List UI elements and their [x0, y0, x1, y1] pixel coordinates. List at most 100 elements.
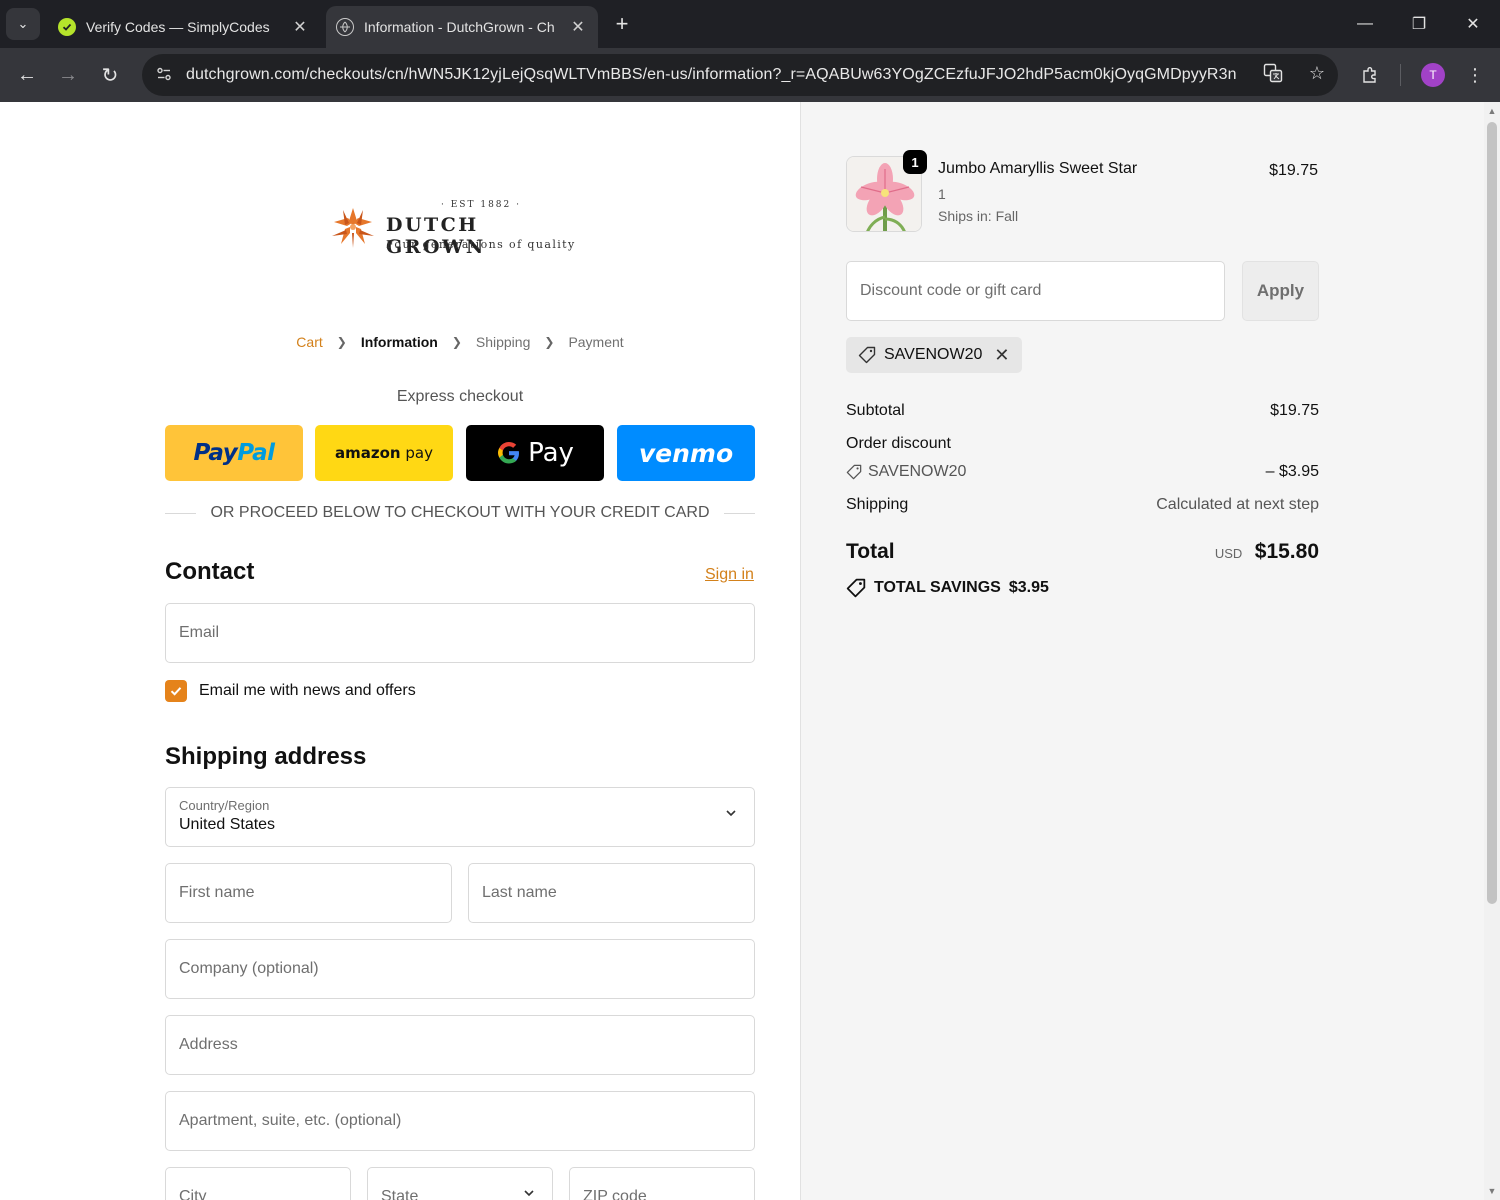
shipping-address-heading: Shipping address [165, 743, 367, 770]
apartment-input[interactable] [166, 1092, 754, 1150]
tab-close-icon[interactable]: ✕ [290, 17, 310, 37]
minimize-icon[interactable]: — [1338, 0, 1392, 48]
chevron-right-icon: ❯ [451, 335, 462, 349]
discount-input[interactable] [847, 262, 1224, 320]
window-close-icon[interactable]: ✕ [1446, 0, 1500, 48]
total-currency: USD [1214, 546, 1243, 561]
scroll-up-arrow-icon[interactable]: ▲ [1487, 106, 1497, 116]
country-value: United States [179, 816, 276, 833]
restore-icon[interactable]: ❐ [1392, 0, 1446, 48]
amazon-pay-button[interactable]: amazon pay [315, 425, 453, 481]
company-field[interactable] [165, 939, 755, 999]
paypal-logo: PayPal [193, 440, 276, 466]
product-ships-in: Ships in: Fall [938, 208, 1019, 224]
address-field[interactable] [165, 1015, 755, 1075]
shipping-label: Shipping [846, 496, 909, 513]
chevron-down-icon: ⌄ [17, 16, 29, 31]
checkout-page: · EST 1882 · DUTCH GROWN Four generation… [0, 102, 1500, 1200]
zip-input[interactable] [570, 1168, 754, 1200]
order-discount-code-row: SAVENOW20 – $3.95 [846, 463, 1319, 481]
city-field[interactable] [165, 1167, 351, 1200]
order-discount-row: Order discount [846, 435, 1319, 453]
venmo-button[interactable]: venmo [617, 425, 755, 481]
forward-arrow-icon[interactable]: → [53, 60, 83, 90]
apply-discount-button[interactable]: Apply [1242, 261, 1319, 321]
email-field[interactable] [165, 603, 755, 663]
amazon-pay-logo: amazon pay [335, 444, 433, 462]
google-pay-logo: Pay [496, 438, 574, 468]
email-input[interactable] [166, 604, 754, 662]
reload-icon[interactable]: ↻ [95, 60, 125, 90]
sign-in-link[interactable]: Sign in [705, 566, 754, 584]
scrollbar-thumb[interactable] [1487, 122, 1497, 904]
company-input[interactable] [166, 940, 754, 998]
apartment-field[interactable] [165, 1091, 755, 1151]
first-name-field[interactable] [165, 863, 452, 923]
back-arrow-icon[interactable]: ← [12, 60, 42, 90]
contact-heading: Contact [165, 558, 255, 585]
url-text[interactable]: dutchgrown.com/checkouts/cn/hWN5JK12yjLe… [186, 66, 1250, 84]
total-savings-value: $3.95 [1008, 579, 1049, 596]
newsletter-checkbox[interactable] [165, 680, 187, 702]
logo-name-text: DUTCH GROWN [386, 214, 486, 258]
site-settings-icon[interactable] [142, 66, 186, 85]
country-select[interactable]: Country/Region United States [165, 787, 755, 847]
simplycodes-favicon-icon [58, 18, 76, 36]
last-name-input[interactable] [469, 864, 754, 922]
browser-toolbar: ← → ↻ dutchgrown.com/checkouts/cn/hWN5JK… [0, 48, 1500, 102]
chevron-down-icon [724, 806, 738, 825]
total-savings: TOTAL SAVINGS $3.95 [846, 578, 1049, 598]
state-select[interactable] [367, 1167, 553, 1200]
order-discount-value: – $3.95 [1265, 463, 1319, 480]
kebab-menu-icon[interactable]: ⋮ [1460, 60, 1490, 90]
tab-search-button[interactable]: ⌄ [6, 8, 40, 40]
breadcrumb-payment: Payment [568, 334, 624, 350]
profile-initial: T [1421, 63, 1445, 87]
profile-avatar[interactable]: T [1418, 60, 1448, 90]
subtotal-value: $19.75 [1270, 402, 1319, 419]
google-g-icon [498, 442, 520, 464]
last-name-field[interactable] [468, 863, 755, 923]
logo-tagline-text: Four generations of quality [386, 238, 576, 251]
checkmark-icon [170, 687, 182, 696]
newsletter-checkbox-row[interactable]: Email me with news and offers [165, 680, 416, 702]
or-divider: OR PROCEED BELOW TO CHECKOUT WITH YOUR C… [165, 504, 755, 522]
product-name: Jumbo Amaryllis Sweet Star [938, 160, 1138, 177]
translate-icon[interactable] [1263, 63, 1283, 88]
tag-icon [846, 464, 862, 480]
city-input[interactable] [166, 1168, 350, 1200]
product-price: $19.75 [1269, 162, 1318, 179]
breadcrumb-cart[interactable]: Cart [296, 334, 322, 350]
zip-field[interactable] [569, 1167, 755, 1200]
venmo-logo: venmo [638, 438, 734, 468]
checkout-main: · EST 1882 · DUTCH GROWN Four generation… [0, 102, 800, 1200]
tag-icon [846, 578, 866, 598]
first-name-input[interactable] [166, 864, 451, 922]
flower-logo-icon [332, 208, 374, 248]
tab-dutchgrown[interactable]: Information - DutchGrown - Ch ✕ [326, 6, 598, 48]
total-value: $15.80 [1254, 540, 1319, 563]
tab-simplycodes[interactable]: Verify Codes — SimplyCodes ✕ [48, 6, 320, 48]
address-input[interactable] [166, 1016, 754, 1074]
logo-est-text: · EST 1882 · [441, 200, 521, 210]
address-bar[interactable]: dutchgrown.com/checkouts/cn/hWN5JK12yjLe… [142, 54, 1338, 96]
extensions-puzzle-icon[interactable] [1355, 60, 1385, 90]
scroll-down-arrow-icon[interactable]: ▼ [1487, 1186, 1497, 1196]
chevron-right-icon: ❯ [544, 335, 555, 349]
new-tab-plus-icon[interactable]: + [610, 10, 634, 38]
tab-title: Information - DutchGrown - Ch [364, 19, 555, 35]
discount-field[interactable] [846, 261, 1225, 321]
google-pay-button[interactable]: Pay [466, 425, 604, 481]
country-label: Country/Region [179, 798, 270, 813]
tag-icon [858, 346, 876, 364]
store-logo[interactable]: · EST 1882 · DUTCH GROWN Four generation… [330, 200, 580, 260]
product-quantity: 1 [938, 186, 946, 202]
breadcrumb-shipping: Shipping [475, 334, 531, 350]
remove-discount-icon[interactable]: ✕ [994, 345, 1009, 366]
applied-discount-code: SAVENOW20 [884, 346, 983, 363]
express-checkout-label: Express checkout [396, 388, 524, 405]
bookmark-star-icon[interactable]: ☆ [1309, 63, 1325, 88]
page-scrollbar[interactable]: ▲ ▼ [1484, 102, 1500, 1200]
tab-close-icon[interactable]: ✕ [568, 17, 588, 37]
paypal-button[interactable]: PayPal [165, 425, 303, 481]
